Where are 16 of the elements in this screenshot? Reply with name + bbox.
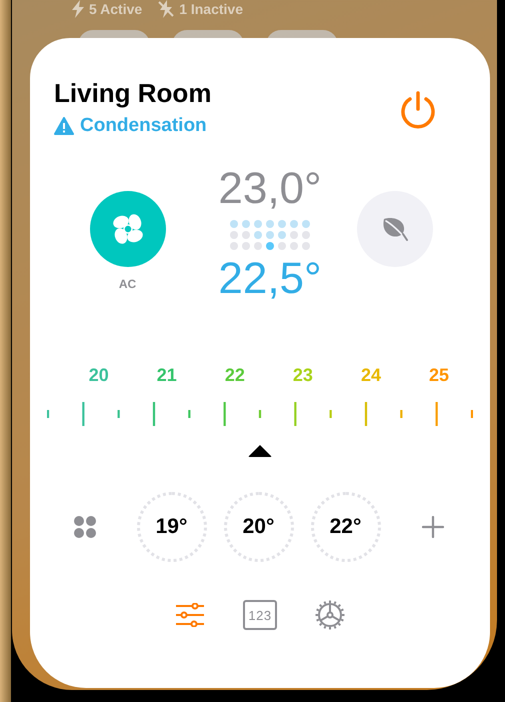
temperature-scale-label: 25 bbox=[428, 365, 450, 386]
temperature-scale-label: 21 bbox=[156, 365, 178, 386]
device-count-label: 5 Active bbox=[89, 1, 142, 17]
temperature-scale-label: 22 bbox=[224, 365, 246, 386]
preset-temperature-button[interactable]: 19° bbox=[136, 492, 206, 562]
room-title: Living Room bbox=[54, 78, 212, 109]
temperature-scale-label: 23 bbox=[292, 365, 314, 386]
device-count-label: 1 Inactive bbox=[179, 1, 244, 17]
preset-temperature-button[interactable]: 22° bbox=[310, 492, 380, 562]
alert-text: Condensation bbox=[80, 115, 207, 137]
temperature-scale-label: 24 bbox=[360, 365, 382, 386]
mode-label: AC bbox=[118, 277, 136, 291]
preset-temperature-button[interactable]: 20° bbox=[224, 492, 294, 562]
current-temperature: 23,0° bbox=[218, 167, 322, 211]
target-temperature: 22,5° bbox=[218, 257, 322, 301]
temperature-scale-label: 20 bbox=[88, 365, 110, 386]
